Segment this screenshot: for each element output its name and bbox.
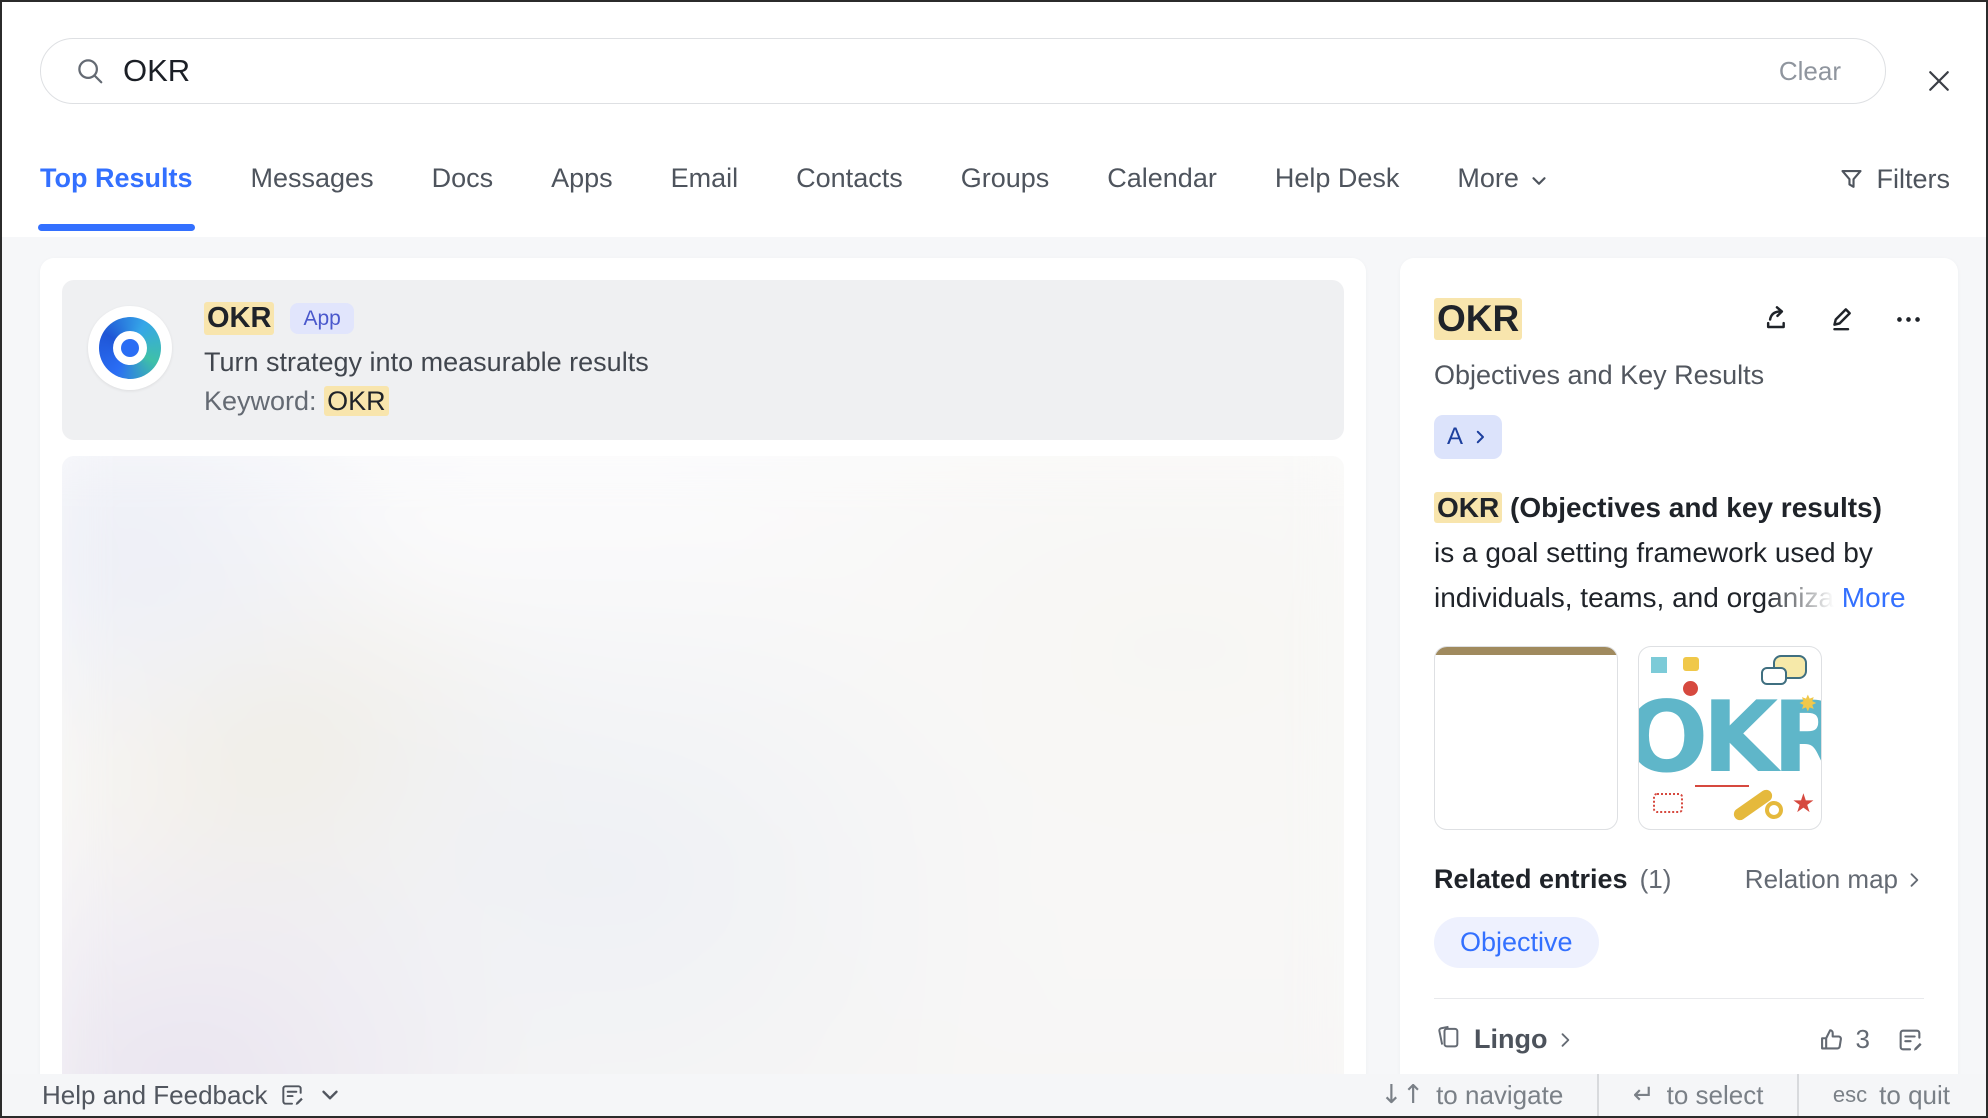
feedback-note-icon[interactable] bbox=[1896, 1026, 1924, 1054]
tab-more[interactable]: More bbox=[1457, 163, 1550, 196]
select-key: ↵ bbox=[1633, 1080, 1655, 1110]
edit-icon[interactable] bbox=[1828, 304, 1859, 335]
like-button[interactable]: 3 bbox=[1818, 1024, 1870, 1055]
help-and-feedback-button[interactable]: Help and Feedback bbox=[42, 1080, 343, 1111]
abbreviation-badge[interactable]: A bbox=[1434, 415, 1502, 459]
tab-email[interactable]: Email bbox=[671, 163, 739, 196]
entry-subtitle: Objectives and Key Results bbox=[1434, 360, 1924, 391]
keyword-highlight: OKR bbox=[324, 386, 389, 416]
okr-app-icon bbox=[88, 306, 172, 390]
top-result-card: OKR App Turn strategy into measurable re… bbox=[40, 258, 1366, 1118]
close-icon bbox=[1924, 66, 1954, 96]
share-icon[interactable] bbox=[1763, 304, 1794, 335]
definition-more-link[interactable]: More bbox=[1842, 582, 1906, 613]
footer-bar: Help and Feedback ↓↑to navigate ↵to sele… bbox=[2, 1074, 1986, 1116]
search-header: OKR Clear bbox=[2, 2, 1986, 122]
result-subtitle: Turn strategy into measurable results bbox=[204, 347, 649, 378]
chevron-down-icon bbox=[1528, 170, 1550, 192]
tab-top-results[interactable]: Top Results bbox=[40, 163, 193, 196]
entry-title: OKR bbox=[1434, 298, 1522, 340]
global-search-window: OKR Clear Top Results Messages Docs Apps… bbox=[0, 0, 1988, 1118]
result-keyword: Keyword: OKR bbox=[204, 386, 649, 417]
results-area: OKR App Turn strategy into measurable re… bbox=[2, 237, 1986, 1118]
thumbs-up-icon bbox=[1818, 1026, 1846, 1054]
tab-docs[interactable]: Docs bbox=[432, 163, 494, 196]
tab-help-desk[interactable]: Help Desk bbox=[1275, 163, 1400, 196]
entry-definition: OKR (Objectives and key results) is a go… bbox=[1434, 485, 1924, 620]
tabs: Top Results Messages Docs Apps Email Con… bbox=[40, 122, 1550, 237]
divider bbox=[1434, 998, 1924, 999]
keyboard-hints: ↓↑to navigate ↵to select escto quit bbox=[1347, 1074, 1951, 1116]
esc-key: esc bbox=[1833, 1082, 1867, 1108]
chevron-right-icon bbox=[1555, 1030, 1575, 1050]
entry-image-2[interactable]: OKR ★✸ bbox=[1638, 646, 1822, 830]
filter-funnel-icon bbox=[1838, 166, 1865, 193]
app-type-badge: App bbox=[290, 303, 353, 334]
app-preview-image[interactable] bbox=[62, 456, 1344, 1118]
chevron-down-icon bbox=[317, 1082, 343, 1108]
feedback-note-icon bbox=[279, 1082, 305, 1108]
search-tab-bar: Top Results Messages Docs Apps Email Con… bbox=[2, 122, 1986, 237]
clear-search-button[interactable]: Clear bbox=[1769, 52, 1851, 91]
navigate-keys: ↓↑ bbox=[1381, 1080, 1425, 1110]
related-entries-count: (1) bbox=[1640, 864, 1672, 895]
relation-map-link[interactable]: Relation map bbox=[1745, 864, 1924, 895]
related-entry-objective[interactable]: Objective bbox=[1434, 917, 1599, 968]
tab-messages[interactable]: Messages bbox=[251, 163, 374, 196]
lingo-source-link[interactable]: Lingo bbox=[1474, 1024, 1547, 1055]
filters-button[interactable]: Filters bbox=[1838, 122, 1951, 237]
lingo-cards-icon bbox=[1434, 1023, 1462, 1056]
related-entries-label: Related entries bbox=[1434, 864, 1628, 895]
lingo-entry-panel: OKR Objectives and Key Results A OKR (Ob… bbox=[1400, 258, 1958, 1118]
tab-apps[interactable]: Apps bbox=[551, 163, 613, 196]
search-input[interactable]: OKR Clear bbox=[40, 38, 1886, 104]
more-actions-icon[interactable] bbox=[1893, 304, 1924, 335]
tab-contacts[interactable]: Contacts bbox=[796, 163, 903, 196]
search-icon bbox=[75, 56, 105, 86]
chevron-right-icon bbox=[1471, 428, 1489, 446]
close-button[interactable] bbox=[1920, 62, 1958, 100]
entry-image-1[interactable] bbox=[1434, 646, 1618, 830]
search-query-text[interactable]: OKR bbox=[123, 53, 1769, 89]
chevron-right-icon bbox=[1904, 870, 1924, 890]
tab-groups[interactable]: Groups bbox=[961, 163, 1050, 196]
tab-calendar[interactable]: Calendar bbox=[1107, 163, 1217, 196]
okr-app-result[interactable]: OKR App Turn strategy into measurable re… bbox=[62, 280, 1344, 440]
like-count: 3 bbox=[1856, 1024, 1870, 1055]
result-title: OKR bbox=[204, 302, 274, 335]
